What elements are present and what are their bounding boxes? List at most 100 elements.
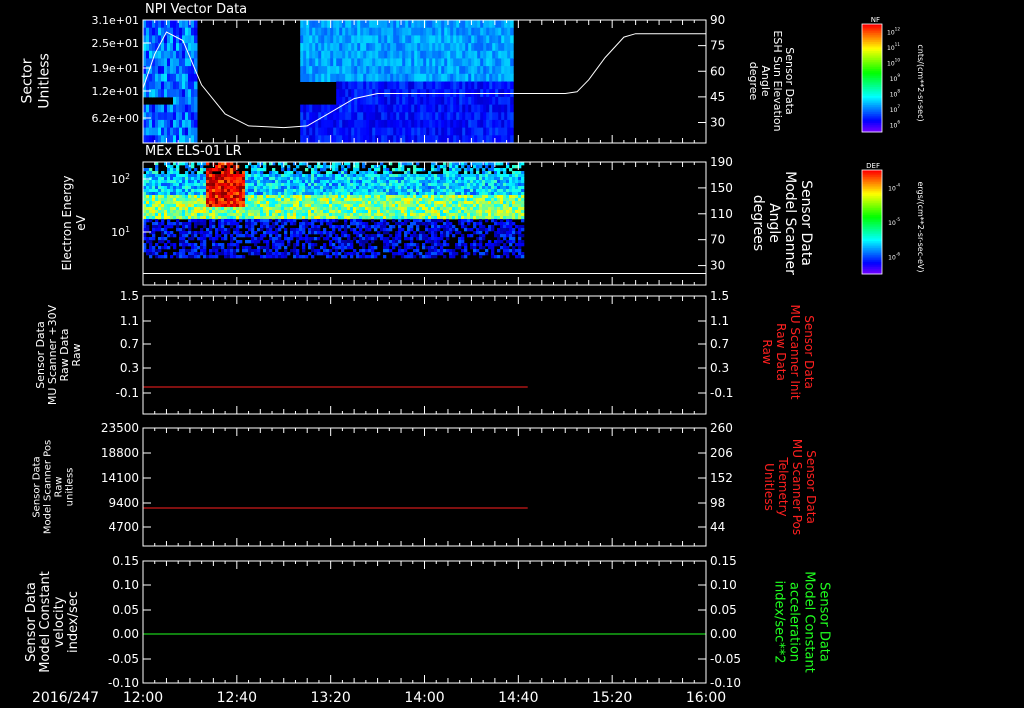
heatmap-cell <box>275 216 279 220</box>
heatmap-cell <box>173 135 177 144</box>
heatmap-cell <box>321 119 325 129</box>
heatmap-cell <box>404 222 408 226</box>
heatmap-cell <box>311 198 315 202</box>
heatmap-cell <box>185 186 189 190</box>
heatmap-cell <box>423 127 427 136</box>
heatmap-cell <box>161 240 165 244</box>
heatmap-cell <box>386 237 390 241</box>
heatmap-cell <box>275 186 279 190</box>
heatmap-cell <box>311 204 315 208</box>
heatmap-cell <box>269 234 273 238</box>
heatmap-cell <box>260 195 264 199</box>
heatmap-cell <box>374 228 378 232</box>
heatmap-cell <box>248 219 252 223</box>
heatmap-cell <box>149 35 153 44</box>
heatmap-cell <box>275 195 279 199</box>
heatmap-cell <box>329 174 333 178</box>
heatmap-cell <box>377 210 381 214</box>
heatmap-cell <box>465 127 469 136</box>
heatmap-cell <box>443 180 447 184</box>
heatmap-cell <box>425 189 429 193</box>
heatmap-cell <box>167 219 171 223</box>
heatmap-cell <box>212 243 216 247</box>
heatmap-cell <box>338 240 342 244</box>
heatmap-cell <box>477 20 481 29</box>
heatmap-cell <box>179 189 183 193</box>
heatmap-cell <box>335 207 339 211</box>
heatmap-cell <box>191 219 195 223</box>
heatmap-cell <box>486 35 490 44</box>
heatmap-cell <box>444 81 448 90</box>
heatmap-cell <box>473 249 477 253</box>
heatmap-cell <box>161 216 165 220</box>
heatmap-cell <box>312 135 316 144</box>
heatmap-cell <box>281 225 285 229</box>
heatmap-cell <box>191 96 195 106</box>
heatmap-cell <box>284 237 288 241</box>
heatmap-cell <box>437 237 441 241</box>
heatmap-cell <box>486 73 490 82</box>
heatmap-cell <box>350 213 354 217</box>
heatmap-cell <box>477 66 481 75</box>
heatmap-cell <box>386 171 390 175</box>
heatmap-cell <box>284 231 288 235</box>
heatmap-cell <box>251 207 255 211</box>
heatmap-cell <box>390 35 394 44</box>
heatmap-cell <box>203 252 207 256</box>
heatmap-cell <box>188 186 192 190</box>
heatmap-cell <box>338 237 342 241</box>
heatmap-cell <box>248 186 252 190</box>
heatmap-cell <box>431 207 435 211</box>
heatmap-cell <box>456 104 460 113</box>
heatmap-cell <box>405 43 409 52</box>
heatmap-cell <box>395 240 399 244</box>
heatmap-cell <box>372 96 376 106</box>
heatmap-cell <box>500 240 504 244</box>
heatmap-cell <box>369 89 373 98</box>
heatmap-cell <box>464 192 468 196</box>
heatmap-cell <box>327 73 331 82</box>
heatmap-cell <box>389 204 393 208</box>
heatmap-cell <box>404 177 408 181</box>
heatmap-cell <box>260 246 264 250</box>
heatmap-cell <box>173 96 177 106</box>
heatmap-cell <box>312 20 316 29</box>
heatmap-cell <box>509 225 513 229</box>
heatmap-cell <box>497 255 501 259</box>
y-tick-label: 1.5 <box>710 289 729 303</box>
heatmap-cell <box>392 246 396 250</box>
heatmap-cell <box>431 225 435 229</box>
heatmap-cell <box>146 207 150 211</box>
heatmap-cell <box>323 252 327 256</box>
heatmap-cell <box>296 234 300 238</box>
heatmap-cell <box>191 177 195 181</box>
heatmap-cell <box>236 240 240 244</box>
heatmap-cell <box>230 213 234 217</box>
heatmap-cell <box>402 96 406 106</box>
heatmap-cell <box>302 180 306 184</box>
heatmap-cell <box>251 189 255 193</box>
heatmap-cell <box>272 186 276 190</box>
heatmap-cell <box>215 189 219 193</box>
heatmap-cell <box>296 243 300 247</box>
heatmap-cell <box>306 35 310 44</box>
heatmap-cell <box>293 186 297 190</box>
heatmap-cell <box>200 228 204 232</box>
heatmap-cell <box>434 225 438 229</box>
heatmap-cell <box>440 177 444 181</box>
heatmap-cell <box>299 177 303 181</box>
heatmap-cell <box>188 89 192 98</box>
heatmap-cell <box>308 210 312 214</box>
heatmap-cell <box>471 35 475 44</box>
heatmap-cell <box>158 27 162 36</box>
heatmap-cell <box>263 183 267 187</box>
heatmap-cell <box>473 201 477 205</box>
heatmap-cell <box>491 168 495 172</box>
heatmap-cell <box>161 58 165 67</box>
heatmap-cell <box>420 81 424 90</box>
heatmap-cell <box>221 219 225 223</box>
heatmap-cell <box>323 204 327 208</box>
heatmap-cell <box>426 96 430 106</box>
heatmap-cell <box>443 171 447 175</box>
heatmap-cell <box>236 192 240 196</box>
